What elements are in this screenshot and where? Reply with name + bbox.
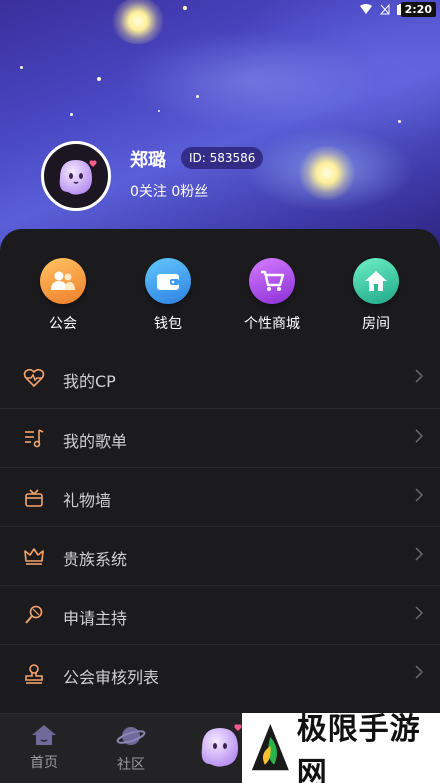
tab-center-mascot[interactable]	[196, 722, 244, 772]
quick-action-label: 公会	[49, 316, 77, 332]
quick-action-label: 房间	[362, 316, 390, 332]
quick-action-guild[interactable]: 公会	[23, 258, 103, 333]
heart-pulse-icon	[23, 368, 45, 388]
star	[158, 110, 160, 112]
quick-action-store[interactable]: 个性商城	[232, 258, 312, 333]
star	[70, 113, 73, 116]
star	[196, 95, 199, 98]
stamp-icon	[25, 664, 43, 684]
menu-item-apply-host[interactable]: 申请主持	[0, 585, 440, 643]
planet-icon	[116, 727, 146, 745]
star	[20, 66, 23, 69]
house-icon	[353, 258, 399, 304]
menu-item-nobility[interactable]: 贵族系统	[0, 526, 440, 584]
tab-label: 社区	[117, 757, 145, 773]
wifi-icon	[360, 4, 372, 14]
quick-action-room[interactable]: 房间	[336, 258, 416, 333]
guild-icon	[40, 258, 86, 304]
username: 郑璐	[130, 150, 166, 171]
watermark-text: 极限手游网	[296, 712, 421, 783]
star	[398, 120, 401, 123]
menu-item-label: 我的歌单	[63, 432, 128, 451]
signal-off-icon	[380, 4, 390, 15]
menu-item-label: 贵族系统	[63, 550, 128, 569]
profile-header-background	[0, 0, 440, 250]
status-time: 2:20	[400, 2, 436, 17]
menu-item-label: 申请主持	[63, 609, 128, 628]
menu-item-gift-wall[interactable]: 礼物墙	[0, 467, 440, 525]
menu-item-my-playlist[interactable]: 我的歌单	[0, 408, 440, 466]
menu-item-guild-review-list[interactable]: 公会审核列表	[0, 644, 440, 702]
star-glow	[298, 146, 356, 200]
chevron-right-icon	[415, 665, 423, 679]
status-bar: 2:20	[0, 0, 440, 20]
chevron-right-icon	[415, 606, 423, 620]
wallet-icon	[145, 258, 191, 304]
home-icon	[32, 725, 56, 745]
quick-action-wallet[interactable]: 钱包	[128, 258, 208, 333]
ghost-mascot-icon	[201, 724, 242, 767]
site-watermark: 极限手游网	[242, 712, 440, 783]
menu-item-label: 礼物墙	[63, 491, 112, 510]
chevron-right-icon	[415, 429, 423, 443]
user-id-badge: ID: 583586	[181, 147, 264, 169]
menu-item-label: 我的CP	[63, 372, 116, 391]
quick-action-label: 钱包	[154, 316, 182, 332]
menu-item-my-cp[interactable]: 我的CP	[0, 349, 440, 407]
ghost-mascot-icon	[59, 160, 97, 195]
follow-stats[interactable]: 0关注 0粉丝	[130, 181, 208, 201]
tab-community[interactable]: 社区	[101, 724, 161, 774]
gift-box-icon	[25, 489, 43, 507]
menu-item-label: 公会审核列表	[63, 668, 160, 687]
chevron-right-icon	[415, 547, 423, 561]
microphone-icon	[25, 605, 43, 624]
profile-menu-panel: 公会 钱包 个性商城 房间 我的CP 我的歌单 礼物墙 贵族系统 申请主持 公会…	[0, 229, 440, 713]
chevron-right-icon	[415, 369, 423, 383]
crown-icon	[24, 548, 44, 565]
tab-label: 首页	[30, 755, 58, 771]
avatar[interactable]	[41, 141, 111, 211]
cart-icon	[249, 258, 295, 304]
playlist-icon	[25, 429, 44, 448]
tab-home[interactable]: 首页	[14, 724, 74, 772]
quick-action-label: 个性商城	[244, 316, 300, 332]
star	[97, 77, 101, 81]
leaf-logo-icon	[251, 723, 289, 771]
chevron-right-icon	[415, 488, 423, 502]
